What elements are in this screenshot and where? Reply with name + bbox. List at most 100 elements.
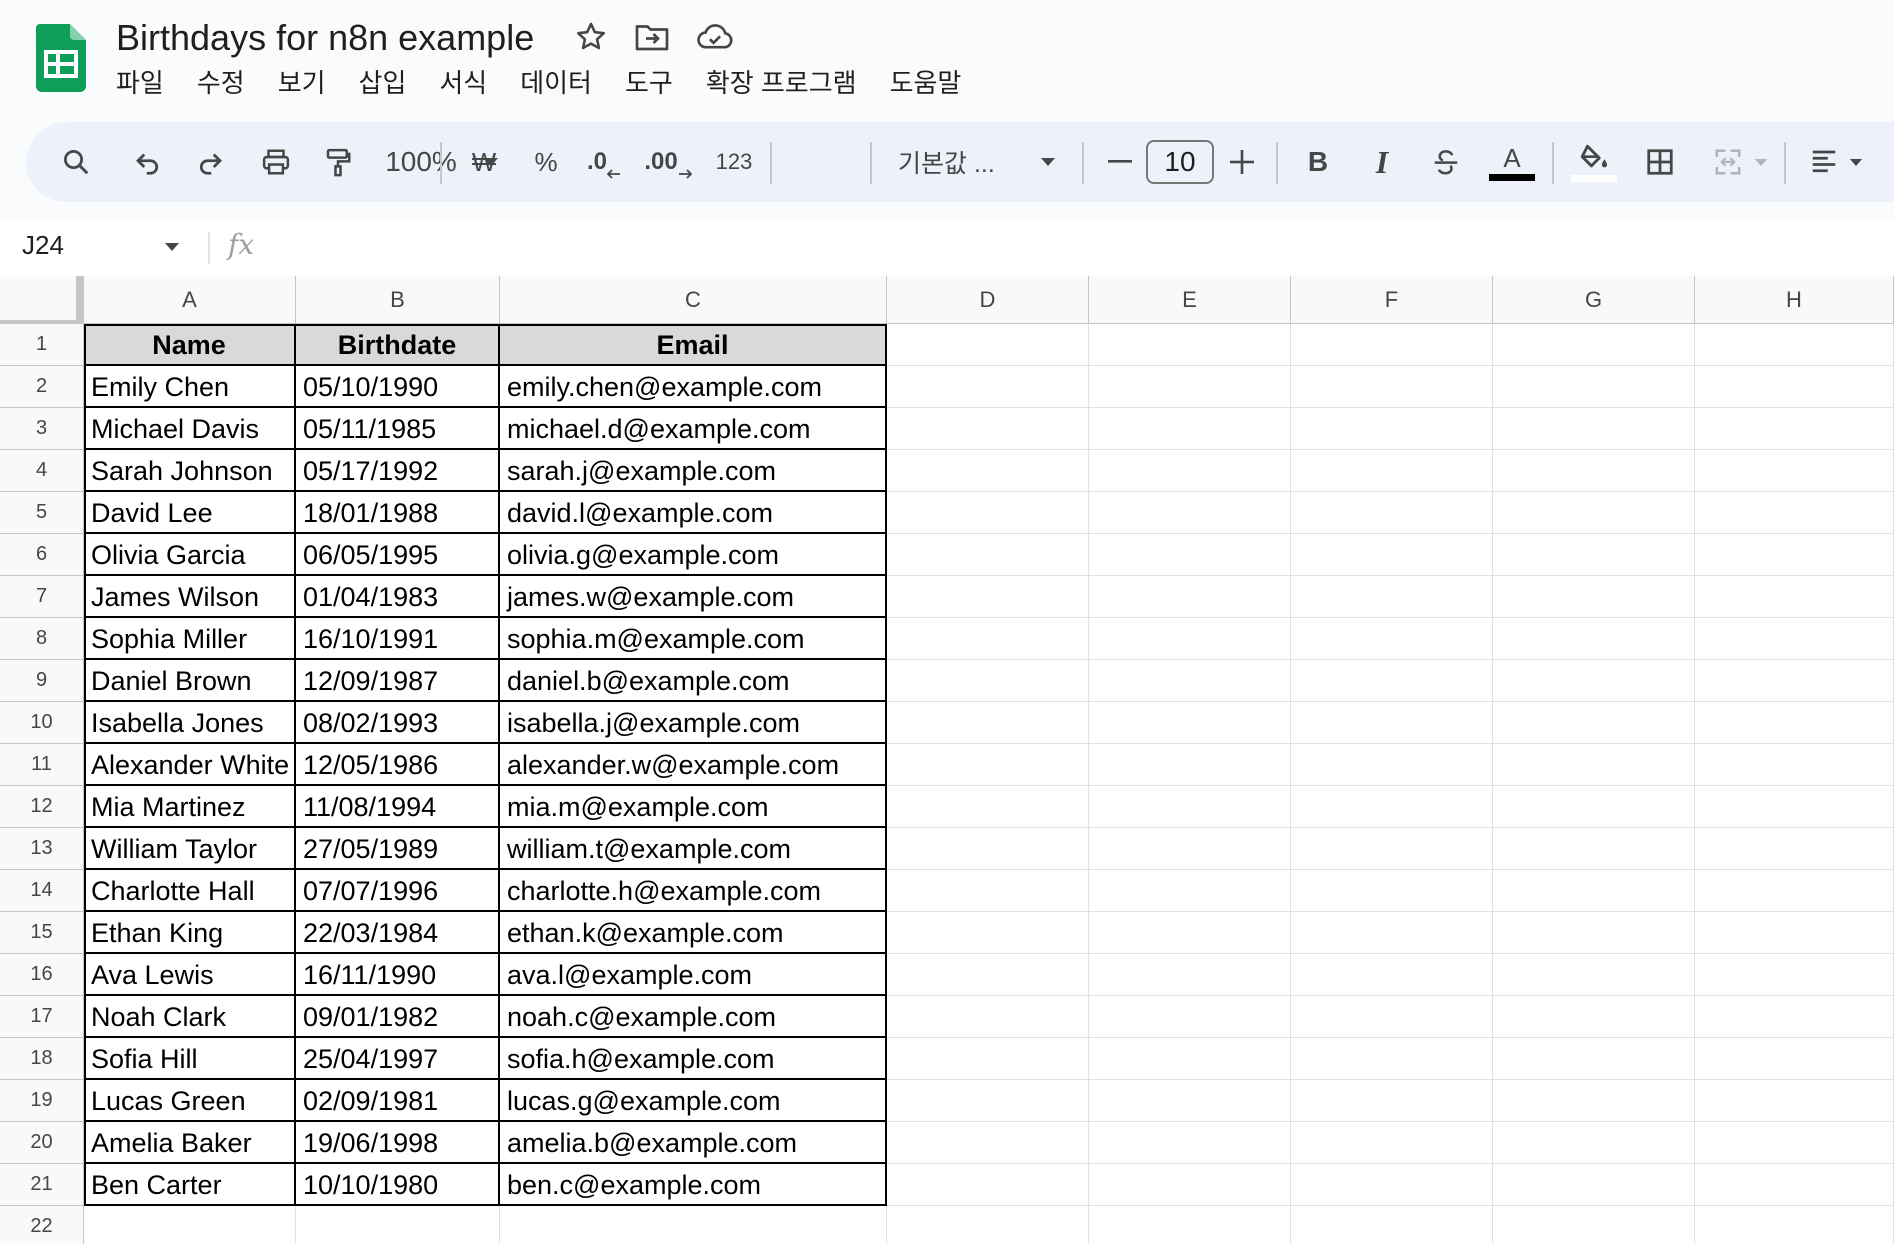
table-cell[interactable] [1493,870,1695,912]
row-header[interactable]: 5 [0,492,84,534]
table-cell[interactable] [1089,492,1291,534]
table-header-cell[interactable]: Birthdate [296,324,500,366]
table-cell[interactable] [1695,1206,1894,1244]
table-cell[interactable] [1291,534,1493,576]
table-cell[interactable]: 16/10/1991 [296,618,500,660]
column-header-c[interactable]: C [500,276,887,324]
cloud-saved-icon[interactable] [696,20,734,54]
row-header[interactable]: 17 [0,996,84,1038]
table-cell[interactable]: lucas.g@example.com [500,1080,887,1122]
table-cell[interactable] [1089,1164,1291,1206]
table-cell[interactable] [1493,996,1695,1038]
row-header[interactable]: 8 [0,618,84,660]
table-cell[interactable] [1695,954,1894,996]
table-cell[interactable] [84,1206,296,1244]
table-cell[interactable] [1291,954,1493,996]
table-cell[interactable] [887,912,1089,954]
row-header[interactable]: 1 [0,324,84,366]
table-cell[interactable]: alexander.w@example.com [500,744,887,786]
column-header-a[interactable]: A [84,276,296,324]
column-header-e[interactable]: E [1089,276,1291,324]
table-cell[interactable] [1493,1080,1695,1122]
table-cell[interactable] [1695,828,1894,870]
table-cell[interactable]: michael.d@example.com [500,408,887,450]
sheets-logo-icon[interactable] [36,24,86,92]
table-cell[interactable] [1291,702,1493,744]
table-cell[interactable]: ethan.k@example.com [500,912,887,954]
table-cell[interactable] [1493,828,1695,870]
menu-file[interactable]: 파일 [116,66,164,100]
table-cell[interactable]: Sarah Johnson [84,450,296,492]
table-cell[interactable] [1089,1122,1291,1164]
increase-decimal-button[interactable]: .00 [638,122,698,202]
table-cell[interactable] [1493,1038,1695,1080]
table-cell[interactable]: William Taylor [84,828,296,870]
menu-format[interactable]: 서식 [439,66,487,100]
row-header[interactable]: 9 [0,660,84,702]
table-cell[interactable]: 06/05/1995 [296,534,500,576]
table-cell[interactable] [1291,1122,1493,1164]
table-cell[interactable] [1291,1206,1493,1244]
table-cell[interactable]: Sofia Hill [84,1038,296,1080]
table-cell[interactable]: amelia.b@example.com [500,1122,887,1164]
table-cell[interactable] [887,576,1089,618]
menu-insert[interactable]: 삽입 [359,66,407,100]
table-cell[interactable] [1291,912,1493,954]
horizontal-align-button[interactable] [1796,122,1876,202]
table-cell[interactable]: ava.l@example.com [500,954,887,996]
table-cell[interactable] [1291,744,1493,786]
table-cell[interactable] [1493,786,1695,828]
table-cell[interactable]: 05/10/1990 [296,366,500,408]
table-cell[interactable] [1695,870,1894,912]
table-cell[interactable] [1695,408,1894,450]
table-cell[interactable]: Daniel Brown [84,660,296,702]
table-cell[interactable] [887,450,1089,492]
table-cell[interactable]: 07/07/1996 [296,870,500,912]
table-cell[interactable]: sarah.j@example.com [500,450,887,492]
more-formats-button[interactable]: 123 [706,122,762,202]
table-cell[interactable]: 22/03/1984 [296,912,500,954]
table-cell[interactable]: 12/09/1987 [296,660,500,702]
table-cell[interactable] [887,366,1089,408]
table-cell[interactable] [1089,702,1291,744]
table-cell[interactable] [887,744,1089,786]
formula-input[interactable] [280,230,1860,266]
table-cell[interactable] [887,1122,1089,1164]
row-header[interactable]: 10 [0,702,84,744]
table-cell[interactable] [1291,996,1493,1038]
table-cell[interactable] [887,996,1089,1038]
table-cell[interactable]: Charlotte Hall [84,870,296,912]
table-cell[interactable] [887,1080,1089,1122]
name-box[interactable]: J24 [22,230,64,261]
row-header[interactable]: 13 [0,828,84,870]
table-cell[interactable] [1493,744,1695,786]
table-cell[interactable] [1493,618,1695,660]
table-cell[interactable]: Mia Martinez [84,786,296,828]
table-cell[interactable]: ben.c@example.com [500,1164,887,1206]
row-header[interactable]: 18 [0,1038,84,1080]
chevron-down-icon[interactable] [164,242,180,252]
table-cell[interactable]: 10/10/1980 [296,1164,500,1206]
table-cell[interactable]: Michael Davis [84,408,296,450]
table-cell[interactable] [1695,1164,1894,1206]
paint-format-button[interactable] [316,122,360,202]
table-cell[interactable] [1291,576,1493,618]
table-cell[interactable] [1291,786,1493,828]
row-header[interactable]: 16 [0,954,84,996]
table-cell[interactable]: 19/06/1998 [296,1122,500,1164]
table-cell[interactable]: Emily Chen [84,366,296,408]
table-cell[interactable] [1089,660,1291,702]
table-cell[interactable] [1089,786,1291,828]
table-cell[interactable] [1493,1206,1695,1244]
column-header-h[interactable]: H [1695,276,1894,324]
fill-color-button[interactable] [1568,122,1620,202]
menu-help[interactable]: 도움말 [890,66,962,100]
table-cell[interactable] [296,1206,500,1244]
table-cell[interactable] [1291,1164,1493,1206]
table-cell[interactable] [1291,408,1493,450]
table-cell[interactable] [887,954,1089,996]
table-cell[interactable] [887,618,1089,660]
table-cell[interactable]: 08/02/1993 [296,702,500,744]
font-size-input[interactable]: 10 [1146,140,1214,184]
menu-extensions[interactable]: 확장 프로그램 [706,66,857,100]
